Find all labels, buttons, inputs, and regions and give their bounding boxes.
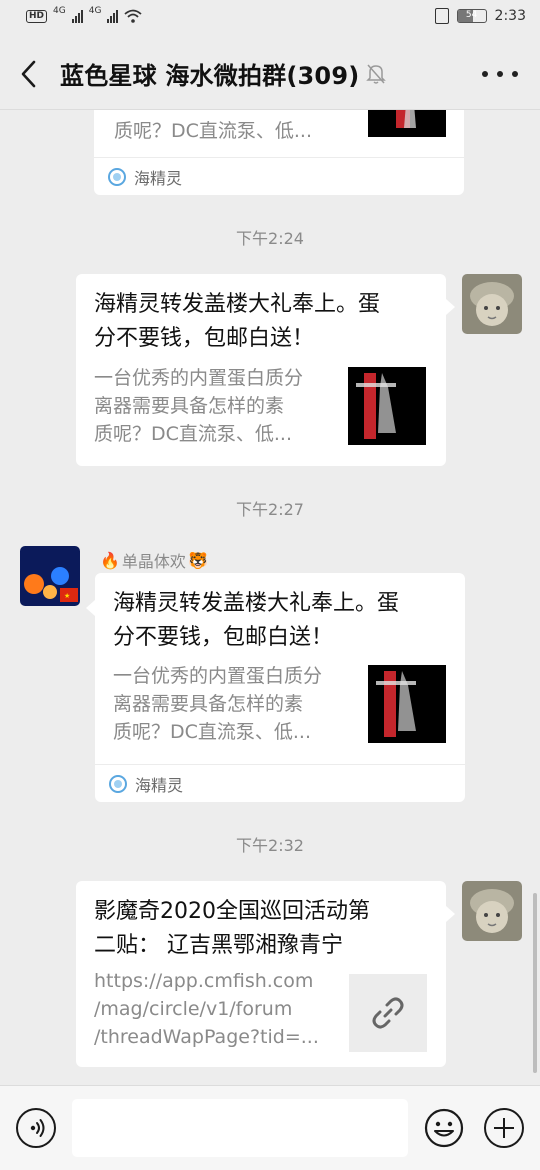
hd-badge: HD (26, 9, 48, 23)
link-thumbnail (349, 974, 427, 1052)
link-card[interactable]: 质呢？DC直流泵、低... 海精灵 (94, 110, 464, 195)
card-title: 海精灵转发盖楼大礼奉上。蛋 分不要钱，包邮白送！ (113, 591, 400, 650)
source-name: 海精灵 (135, 775, 184, 795)
card-title: 海精灵转发盖楼大礼奉上。蛋 分不要钱，包邮白送！ (94, 292, 381, 351)
sender-name: 🔥 单晶体欢 🐯 (100, 550, 208, 572)
source-name: 海精灵 (134, 168, 183, 188)
mini-program-icon (109, 774, 127, 793)
timestamp: 下午2:32 (236, 836, 304, 855)
card-thumbnail (368, 665, 446, 743)
card-description: 一台优秀的内置蛋白质分 离器需要具备怎样的素 质呢？DC直流泵、低... (113, 665, 323, 743)
more-functions-button[interactable] (484, 1108, 524, 1148)
fire-icon: 🔥 (100, 550, 120, 570)
bubble-tail (446, 906, 455, 922)
avatar[interactable]: ★ (20, 546, 80, 606)
timestamp: 下午2:24 (236, 229, 304, 248)
mini-program-icon (108, 167, 126, 186)
link-card[interactable]: 影魔奇2020全国巡回活动第 二贴： 辽吉黑鄂湘豫青宁 https://app.… (76, 881, 446, 1067)
voice-icon (30, 1119, 45, 1137)
avatar[interactable] (462, 881, 522, 941)
chat-area[interactable]: 质呢？DC直流泵、低... 海精灵 下午2:24 海精灵转发盖楼大礼奉上。蛋 分… (0, 110, 540, 1085)
link-icon (372, 997, 404, 1029)
voice-button[interactable] (16, 1108, 56, 1148)
signal-icon (71, 9, 83, 23)
network-label-2: 4G (88, 6, 102, 16)
clock: 2:33 (494, 8, 526, 24)
card-description: 质呢？DC直流泵、低... (114, 120, 313, 142)
emoji-button[interactable] (424, 1108, 464, 1148)
back-button[interactable] (12, 56, 48, 92)
bubble-tail (86, 600, 95, 616)
message-input[interactable] (72, 1099, 408, 1157)
chat-header: 蓝色星球 海水微拍群(309) (0, 38, 540, 110)
timestamp: 下午2:27 (236, 500, 304, 519)
card-description: 一台优秀的内置蛋白质分 离器需要具备怎样的素 质呢？DC直流泵、低... (94, 367, 304, 445)
link-card[interactable]: 海精灵转发盖楼大礼奉上。蛋 分不要钱，包邮白送！ 一台优秀的内置蛋白质分 离器需… (95, 573, 465, 802)
card-source: 海精灵 (95, 764, 465, 802)
chevron-left-icon (21, 60, 36, 88)
card-title: 影魔奇2020全国巡回活动第 二贴： 辽吉黑鄂湘豫青宁 (94, 899, 370, 958)
tiger-icon: 🐯 (187, 550, 208, 570)
wifi-icon (124, 9, 143, 23)
status-right: 54 2:33 (434, 8, 526, 24)
mute-bell-icon (366, 64, 386, 84)
avatar[interactable] (462, 274, 522, 334)
bubble-tail (446, 299, 455, 315)
card-description: https://app.cmfish.com /mag/circle/v1/fo… (94, 970, 319, 1048)
vibrate-icon (434, 8, 449, 24)
svg-text:★: ★ (64, 592, 70, 600)
more-options-button[interactable] (482, 64, 518, 84)
status-bar: HD 4G 4G 54 2:33 (0, 0, 540, 38)
scrollbar[interactable] (533, 893, 537, 1073)
emoji-icon (424, 1108, 464, 1148)
page-title: 蓝色星球 海水微拍群(309) (60, 62, 360, 90)
input-bar (0, 1085, 540, 1170)
link-card[interactable]: 海精灵转发盖楼大礼奉上。蛋 分不要钱，包邮白送！ 一台优秀的内置蛋白质分 离器需… (76, 274, 446, 466)
card-thumbnail (368, 110, 446, 137)
card-source: 海精灵 (94, 157, 464, 195)
battery-icon: 54 (456, 9, 487, 23)
network-label-1: 4G (53, 6, 66, 16)
status-left: HD 4G 4G (26, 6, 143, 23)
signal-icon-2 (107, 9, 119, 23)
card-thumbnail (348, 367, 426, 445)
